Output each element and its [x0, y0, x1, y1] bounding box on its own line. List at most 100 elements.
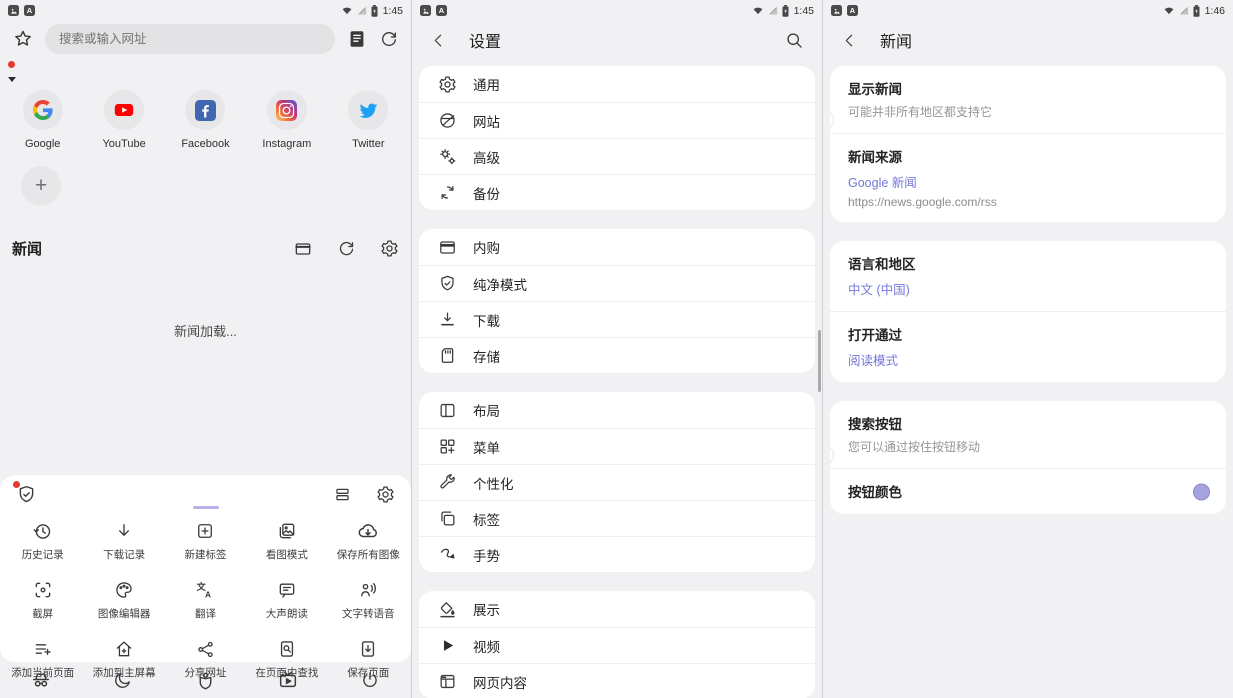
page-title: 新闻 [880, 28, 1215, 52]
settings-item-web-content[interactable]: 网页内容 [419, 663, 815, 698]
menu-item-image-editor[interactable]: 图像编辑器 [83, 579, 164, 621]
news-settings-gear-icon[interactable] [380, 239, 399, 258]
news-source-url: https://news.google.com/rss [848, 195, 1208, 209]
language-value[interactable]: 中文 (中国) [848, 279, 1208, 298]
row-news-source[interactable]: 新闻来源 Google 新闻 https://news.google.com/r… [830, 133, 1226, 222]
news-section-header: 新闻 [0, 238, 411, 259]
settings-item-iap[interactable]: 内购 [419, 229, 815, 265]
settings-group-2: 内购 纯净模式 下载 存储 [419, 229, 815, 373]
menu-item-downloads[interactable]: 下载记录 [83, 520, 164, 562]
news-card-button: 搜索按钮 您可以通过按住按钮移动 按钮颜色 [830, 401, 1226, 514]
news-card-locale: 语言和地区 中文 (中国) 打开通过 阅读模式 [830, 241, 1226, 382]
menu-item-screenshot[interactable]: 截屏 [2, 579, 83, 621]
news-source-value[interactable]: Google 新闻 [848, 172, 1208, 191]
signal-icon [767, 5, 779, 16]
settings-item-tabs[interactable]: 标签 [419, 500, 815, 536]
settings-item-video[interactable]: 视频 [419, 627, 815, 663]
settings-group-1: 通用 网站 高级 备份 [419, 66, 815, 210]
row-button-color[interactable]: 按钮颜色 [830, 468, 1226, 514]
gear-icon [438, 75, 457, 94]
google-logo-icon [33, 100, 53, 120]
shield-check-icon [16, 484, 37, 505]
signal-icon [1178, 5, 1190, 16]
menu-item-translate[interactable]: 文A 翻译 [165, 579, 246, 621]
menu-settings-gear-icon[interactable] [376, 485, 395, 504]
refresh-icon[interactable] [379, 29, 399, 49]
row-language-region[interactable]: 语言和地区 中文 (中国) [830, 241, 1226, 311]
menu-item-read-aloud[interactable]: 大声朗读 [246, 579, 327, 621]
video-mode-tv-icon[interactable] [277, 669, 299, 691]
settings-item-general[interactable]: 通用 [419, 66, 815, 102]
news-card-source: 显示新闻 可能并非所有地区都支持它 新闻来源 Google 新闻 https:/… [830, 66, 1226, 222]
open-with-value[interactable]: 阅读模式 [848, 350, 1208, 369]
image-editor-icon [114, 580, 134, 600]
settings-item-display[interactable]: 展示 [419, 591, 815, 627]
settings-item-layout[interactable]: 布局 [419, 392, 815, 428]
sync-icon [438, 183, 457, 202]
screen-settings: A 1:45 设置 通用 网站 高级 备份 [411, 0, 822, 698]
quick-link-google[interactable]: Google [2, 90, 83, 150]
menu-item-new-tab[interactable]: 新建标签 [165, 520, 246, 562]
translate-icon: 文A [195, 580, 215, 600]
twitter-logo-icon [358, 100, 379, 121]
scrollbar-thumb[interactable] [818, 330, 821, 392]
news-refresh-icon[interactable] [337, 239, 356, 258]
gallery-notification-icon [8, 5, 19, 16]
screen-news-settings: A 1:46 新闻 显示新闻 可能并非所有地区都支持它 新闻来源 Google … [822, 0, 1233, 698]
status-bar: A 1:45 [412, 0, 822, 18]
play-icon [439, 637, 456, 654]
menu-item-text-to-speech[interactable]: 文字转语音 [328, 579, 409, 621]
button-color-swatch[interactable] [1193, 483, 1210, 500]
bookmark-star-icon[interactable] [12, 28, 34, 50]
menu-item-history[interactable]: 历史记录 [2, 520, 83, 562]
settings-item-menu[interactable]: 菜单 [419, 428, 815, 464]
settings-item-personalization[interactable]: 个性化 [419, 464, 815, 500]
settings-item-storage[interactable]: 存储 [419, 337, 815, 373]
quick-link-youtube[interactable]: YouTube [83, 90, 164, 150]
sd-card-icon [438, 346, 457, 365]
row-search-button[interactable]: 搜索按钮 您可以通过按住按钮移动 [830, 401, 1226, 468]
back-arrow-icon[interactable] [430, 32, 447, 49]
screen-home: A 1:45 Google YouTube [0, 0, 411, 698]
settings-group-3: 布局 菜单 个性化 标签 手势 [419, 392, 815, 572]
settings-item-websites[interactable]: 网站 [419, 102, 815, 138]
read-aloud-icon [277, 580, 297, 600]
night-mode-moon-icon[interactable] [113, 670, 133, 690]
adblock-shield-button[interactable] [16, 484, 37, 505]
settings-item-gestures[interactable]: 手势 [419, 536, 815, 572]
adblock-badge-icon [13, 481, 20, 488]
search-icon[interactable] [784, 30, 804, 50]
image-mode-icon [277, 521, 297, 541]
row-open-with[interactable]: 打开通过 阅读模式 [830, 311, 1226, 382]
bottom-toolbar [0, 662, 411, 698]
quick-link-instagram[interactable]: Instagram [246, 90, 327, 150]
menu-item-image-mode[interactable]: 看图模式 [246, 520, 327, 562]
settings-item-backup[interactable]: 备份 [419, 174, 815, 210]
toggle-knob [830, 111, 833, 129]
menu-layout-rows-icon[interactable] [333, 485, 352, 504]
caret-down-icon[interactable] [8, 77, 16, 82]
quick-link-twitter[interactable]: Twitter [328, 90, 409, 150]
add-quick-link-button[interactable]: + [21, 166, 61, 206]
news-card-view-icon[interactable] [293, 239, 313, 259]
gallery-notification-icon [831, 5, 842, 16]
quick-link-facebook[interactable]: Facebook [165, 90, 246, 150]
status-time: 1:46 [1205, 5, 1225, 17]
search-input[interactable] [45, 24, 335, 54]
user-shield-icon[interactable] [195, 670, 216, 691]
wrench-icon [438, 473, 457, 492]
row-show-news[interactable]: 显示新闻 可能并非所有地区都支持它 [830, 66, 1226, 133]
battery-icon [371, 5, 378, 17]
settings-item-pure-mode[interactable]: 纯净模式 [419, 265, 815, 301]
menu-sheet-header [0, 475, 411, 505]
new-tab-icon [195, 521, 215, 541]
power-exit-icon[interactable] [360, 670, 380, 690]
settings-item-download[interactable]: 下载 [419, 301, 815, 337]
reading-list-icon[interactable] [346, 28, 368, 50]
settings-item-advanced[interactable]: 高级 [419, 138, 815, 174]
incognito-icon[interactable] [30, 669, 52, 691]
menu-item-save-all-images[interactable]: 保存所有图像 [328, 520, 409, 562]
back-arrow-icon[interactable] [841, 32, 858, 49]
svg-text:A: A [205, 590, 211, 600]
adblock-indicator[interactable] [0, 56, 411, 72]
